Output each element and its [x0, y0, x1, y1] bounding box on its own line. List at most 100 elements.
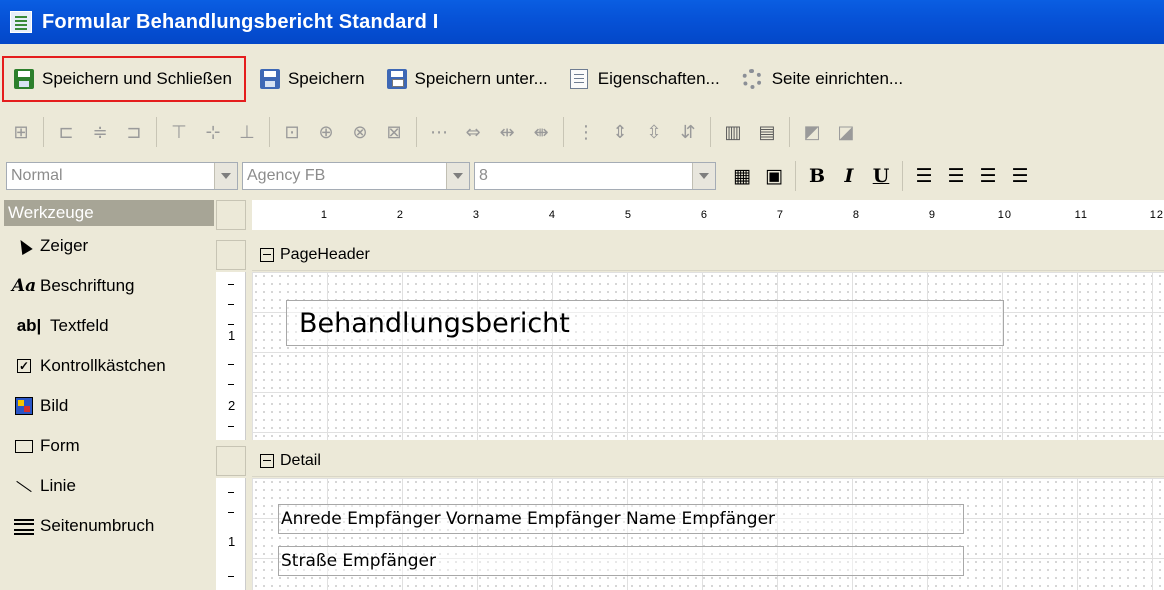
- justify-text-icon[interactable]: ☰: [1006, 162, 1034, 190]
- vertical-ruler-page-header: 1 2: [216, 272, 246, 440]
- font-size-select[interactable]: 8: [474, 162, 716, 190]
- align-text-center-icon[interactable]: ☰: [942, 162, 970, 190]
- align-center-icon[interactable]: ≑: [86, 118, 114, 146]
- align-to-grid-icon[interactable]: ⊡: [278, 118, 306, 146]
- report-designer: 1 2 3 4 5 6 7 8 9 10 11 12 PageHeader 1 …: [216, 200, 1164, 590]
- detail-canvas[interactable]: Anrede Empfänger Vorname Empfänger Name …: [252, 478, 1164, 590]
- vertical-ruler-detail: 1: [216, 478, 246, 590]
- send-to-back-icon[interactable]: ◪: [832, 118, 860, 146]
- properties-icon: [569, 69, 588, 89]
- tool-shape[interactable]: Form: [4, 426, 214, 466]
- table-icon[interactable]: ▦: [728, 162, 756, 190]
- ruler-tick: 5: [624, 209, 632, 221]
- separator: [795, 161, 796, 191]
- page-header-bar[interactable]: PageHeader: [252, 240, 1164, 271]
- recipient-name-field[interactable]: Anrede Empfänger Vorname Empfänger Name …: [278, 504, 964, 534]
- center-horizontal-icon[interactable]: ⊕: [312, 118, 340, 146]
- chevron-down-icon[interactable]: [692, 163, 715, 189]
- ruler-tick: 8: [852, 209, 860, 221]
- align-right-icon[interactable]: ⊐: [120, 118, 148, 146]
- style-select[interactable]: Normal: [6, 162, 238, 190]
- section-handle[interactable]: [216, 240, 246, 270]
- spacing-equal-icon[interactable]: ⋯: [425, 118, 453, 146]
- align-top-icon[interactable]: ⊤: [165, 118, 193, 146]
- center-vertical-icon[interactable]: ⊗: [346, 118, 374, 146]
- bold-button[interactable]: B: [803, 162, 831, 190]
- ruler-tick: 6: [700, 209, 708, 221]
- spacing-increase-icon[interactable]: ⇔: [459, 118, 487, 146]
- tool-label: Bild: [40, 396, 69, 415]
- tool-line[interactable]: Linie: [4, 466, 214, 506]
- toolbox-header: Werkzeuge: [4, 200, 214, 226]
- font-select[interactable]: Agency FB: [242, 162, 470, 190]
- ruler-number: 1: [228, 328, 236, 343]
- properties-label: Eigenschaften...: [597, 69, 720, 88]
- align-bottom-icon[interactable]: ⊥: [233, 118, 261, 146]
- chevron-down-icon[interactable]: [214, 163, 237, 189]
- underline-button[interactable]: U: [867, 162, 895, 190]
- rectangle-icon: [15, 439, 33, 453]
- save-and-close-label: Speichern und Schließen: [42, 69, 232, 88]
- line-icon: [16, 480, 32, 492]
- ruler-tick: 7: [776, 209, 784, 221]
- page-setup-button[interactable]: Seite einrichten...: [734, 61, 911, 97]
- save-label: Speichern: [287, 69, 365, 88]
- chevron-down-icon[interactable]: [446, 163, 469, 189]
- tool-textbox[interactable]: ab| Textfeld: [4, 306, 214, 346]
- separator: [563, 117, 564, 147]
- save-button[interactable]: Speichern: [252, 61, 373, 97]
- size-to-grid-icon[interactable]: ⊠: [380, 118, 408, 146]
- align-text-left-icon[interactable]: ☰: [910, 162, 938, 190]
- tool-label: Zeiger: [40, 236, 89, 255]
- same-width-icon[interactable]: ▥: [719, 118, 747, 146]
- gear-icon: [741, 69, 762, 89]
- align-middle-icon[interactable]: ⊹: [199, 118, 227, 146]
- same-height-icon[interactable]: ▤: [753, 118, 781, 146]
- recipient-street-field[interactable]: Straße Empfänger: [278, 546, 964, 576]
- tool-label-control[interactable]: Aa Beschriftung: [4, 266, 214, 306]
- snap-grid-icon[interactable]: ⊞: [7, 118, 35, 146]
- tool-page-break[interactable]: Seitenumbruch: [4, 506, 214, 546]
- section-handle[interactable]: [216, 446, 246, 476]
- tool-label: Beschriftung: [40, 276, 135, 295]
- separator: [902, 161, 903, 191]
- report-title-label[interactable]: Behandlungsbericht: [286, 300, 1004, 346]
- bring-to-front-icon[interactable]: ◩: [798, 118, 826, 146]
- tool-label: Seitenumbruch: [40, 516, 155, 535]
- spacing-remove-icon[interactable]: ⇼: [527, 118, 555, 146]
- ruler-corner[interactable]: [216, 200, 246, 230]
- vspacing-increase-icon[interactable]: ⇕: [606, 118, 634, 146]
- vspacing-equal-icon[interactable]: ⋮: [572, 118, 600, 146]
- properties-button[interactable]: Eigenschaften...: [562, 61, 728, 97]
- align-text-right-icon[interactable]: ☰: [974, 162, 1002, 190]
- layout-toolbar: ⊞ ⊏ ≑ ⊐ ⊤ ⊹ ⊥ ⊡ ⊕ ⊗ ⊠ ⋯ ⇔ ⇹ ⇼ ⋮ ⇕ ⇳ ⇵ ▥ …: [0, 110, 1164, 154]
- ruler-tick: 12: [1149, 209, 1164, 221]
- page-break-icon: [14, 517, 34, 535]
- italic-button[interactable]: I: [835, 162, 863, 190]
- collapse-icon[interactable]: [260, 248, 274, 262]
- vspacing-decrease-icon[interactable]: ⇳: [640, 118, 668, 146]
- page-header-canvas[interactable]: Behandlungsbericht: [252, 272, 1164, 440]
- vspacing-remove-icon[interactable]: ⇵: [674, 118, 702, 146]
- spacing-decrease-icon[interactable]: ⇹: [493, 118, 521, 146]
- textbox-icon: ab|: [16, 316, 42, 335]
- separator: [156, 117, 157, 147]
- save-as-label: Speichern unter...: [414, 69, 548, 88]
- collapse-icon[interactable]: [260, 454, 274, 468]
- ruler-tick: 3: [472, 209, 480, 221]
- save-as-button[interactable]: Speichern unter...: [379, 61, 556, 97]
- tool-pointer[interactable]: Zeiger: [4, 226, 214, 266]
- save-and-close-button[interactable]: Speichern und Schließen: [2, 56, 246, 102]
- main-toolbar: Speichern und Schließen Speichern Speich…: [0, 54, 1164, 104]
- toolbox-panel: Werkzeuge Zeiger Aa Beschriftung ab| Tex…: [4, 200, 214, 590]
- tool-image[interactable]: Bild: [4, 386, 214, 426]
- field-icon[interactable]: ▣: [760, 162, 788, 190]
- detail-bar[interactable]: Detail: [252, 446, 1164, 477]
- tool-checkbox[interactable]: ✓ Kontrollkästchen: [4, 346, 214, 386]
- horizontal-ruler: 1 2 3 4 5 6 7 8 9 10 11 12: [252, 200, 1164, 230]
- font-value: Agency FB: [247, 167, 326, 184]
- page-header-label: PageHeader: [280, 246, 370, 263]
- font-size-value: 8: [479, 167, 488, 184]
- align-left-icon[interactable]: ⊏: [52, 118, 80, 146]
- image-icon: [15, 397, 33, 415]
